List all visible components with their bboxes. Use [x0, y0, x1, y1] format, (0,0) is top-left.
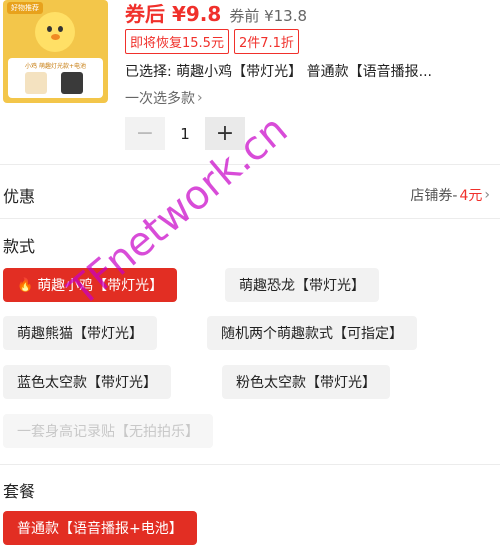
package-option-standard[interactable]: 普通款【语音播报+电池】 [3, 511, 197, 545]
price-before-coupon: 券前 ¥13.8 [229, 7, 308, 25]
divider [0, 464, 500, 465]
style-option-height-sticker[interactable]: 一套身高记录贴【无拍拍乐】 [3, 414, 213, 448]
style-option-label: 萌趣恐龙【带灯光】 [239, 278, 365, 294]
style-option-blue-space[interactable]: 蓝色太空款【带灯光】 [3, 365, 171, 399]
style-option-panda[interactable]: 萌趣熊猫【带灯光】 [3, 316, 157, 350]
thumbnail-tag: 好物推荐 [7, 2, 43, 14]
multi-select-link[interactable]: 一次选多款 › [125, 88, 203, 108]
quantity-stepper: − 1 + [125, 117, 245, 150]
style-option-label: 蓝色太空款【带灯光】 [17, 375, 157, 391]
style-title: 款式 [3, 237, 36, 256]
style-option-random[interactable]: 随机两个萌趣款式【可指定】 [207, 316, 417, 350]
promo-tag: 即将恢复15.5元 [125, 29, 229, 54]
multi-select-label: 一次选多款 [125, 91, 195, 107]
thumbnail-item-image [25, 72, 47, 94]
flame-icon: 🔥 [17, 277, 34, 293]
product-thumbnail[interactable]: 好物推荐 小鸡 萌趣灯光款+电池 [3, 0, 108, 103]
promo-tag: 2件7.1折 [233, 29, 299, 54]
increment-button[interactable]: + [205, 117, 245, 150]
style-option-label: 粉色太空款【带灯光】 [236, 375, 376, 391]
chevron-right-icon: › [197, 90, 203, 106]
coupon-amount: 4元 [459, 188, 483, 204]
style-option-label: 萌趣小鸡【带灯光】 [37, 278, 164, 294]
offers-title: 优惠 [3, 187, 36, 206]
decrement-button[interactable]: − [125, 117, 165, 150]
package-option-label: 普通款【语音播报+电池】 [17, 521, 183, 537]
chevron-right-icon: › [484, 187, 490, 203]
chick-image [35, 12, 75, 52]
coupon-label: 店铺券- [410, 188, 458, 204]
style-option-pink-space[interactable]: 粉色太空款【带灯光】 [222, 365, 390, 399]
price-row: 券后 ¥9.8 券前 ¥13.8 [125, 0, 307, 27]
quantity-value[interactable]: 1 [165, 125, 205, 143]
thumbnail-caption: 小鸡 萌趣灯光款+电池 [25, 63, 86, 70]
divider [0, 164, 500, 165]
style-option-chick[interactable]: 🔥 萌趣小鸡【带灯光】 [3, 268, 178, 302]
package-title: 套餐 [3, 482, 36, 501]
store-coupon[interactable]: 店铺券- 4元 › [410, 185, 490, 205]
divider [0, 218, 500, 219]
style-option-label: 萌趣熊猫【带灯光】 [17, 326, 143, 342]
style-option-label: 随机两个萌趣款式【可指定】 [221, 326, 403, 342]
selected-summary: 已选择: 萌趣小鸡【带灯光】 普通款【语音播报... [125, 64, 432, 80]
style-option-label: 一套身高记录贴【无拍拍乐】 [17, 424, 199, 440]
battery-image [61, 72, 83, 94]
style-option-dinosaur[interactable]: 萌趣恐龙【带灯光】 [225, 268, 379, 302]
promo-tags: 即将恢复15.5元 2件7.1折 [125, 29, 299, 54]
price-after-coupon: 券后 ¥9.8 [125, 2, 222, 26]
